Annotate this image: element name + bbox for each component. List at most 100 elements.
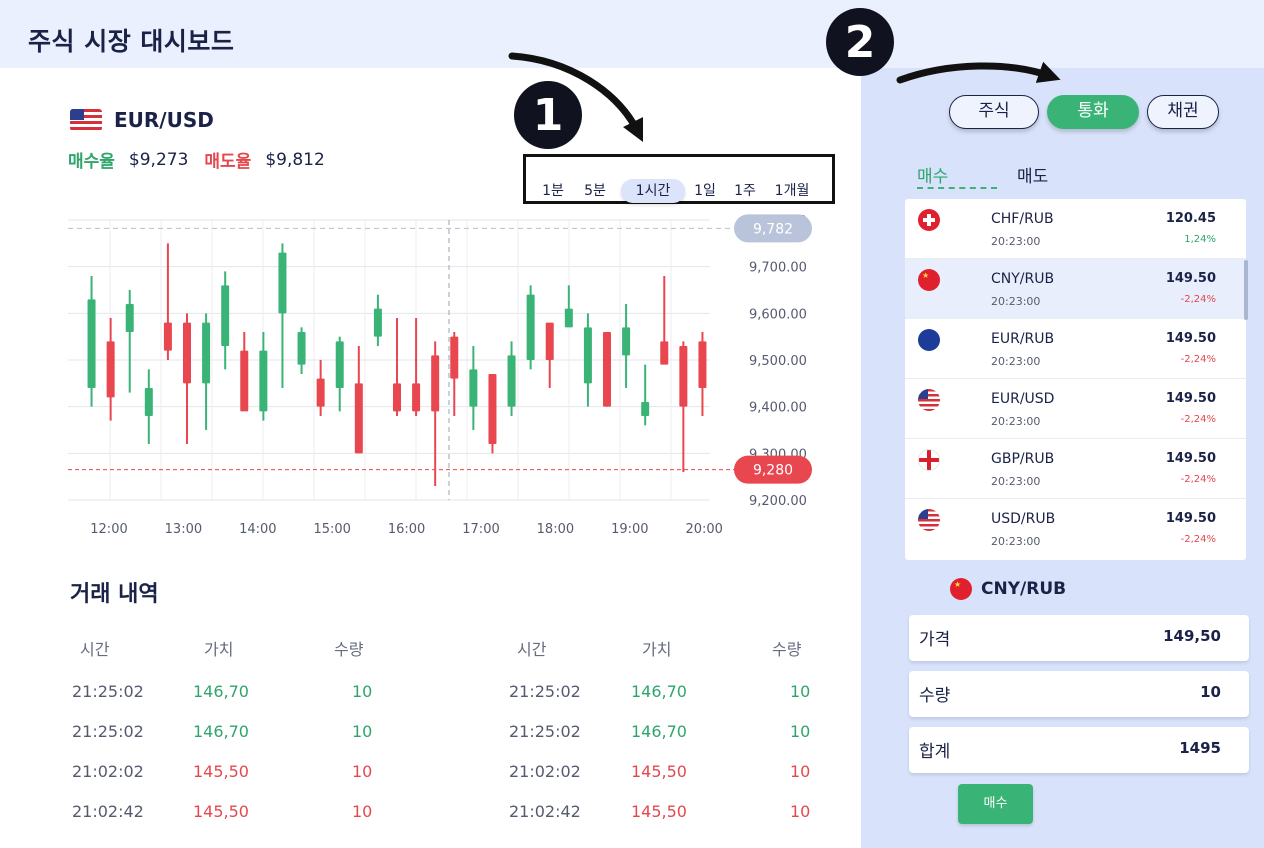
trade-qty: 10 — [352, 762, 373, 781]
x-tick-label: 19:00 — [611, 522, 648, 537]
tab-buy[interactable]: 매수 — [917, 162, 948, 187]
candle-body — [431, 355, 440, 412]
x-tick-label: 17:00 — [462, 522, 499, 537]
market-time: 20:23:00 — [991, 355, 1041, 368]
trade-value: 146,70 — [193, 682, 249, 701]
market-price: 149.50 — [1165, 391, 1216, 406]
tab-buy-underline — [917, 187, 997, 189]
pair-name: EUR/USD — [114, 108, 214, 132]
market-change: 1,24% — [1184, 234, 1216, 245]
sell-rate-value: $9,812 — [265, 149, 325, 170]
market-pair: EUR/USD — [991, 391, 1055, 407]
col-header-qty: 수량 — [334, 640, 364, 659]
lower-price-tag: 9,280 — [753, 463, 793, 479]
buy-button[interactable]: 매수 — [958, 784, 1033, 824]
market-row-usd-rub[interactable]: USD/RUB 20:23:00 149.50 -2,24% — [905, 499, 1246, 559]
trade-value: 145,50 — [193, 802, 249, 821]
candle-body — [335, 341, 344, 388]
market-row-eur-usd[interactable]: EUR/USD 20:23:00 149.50 -2,24% — [905, 379, 1246, 439]
candle-body — [603, 332, 611, 407]
buy-rate-value: $9,273 — [128, 149, 189, 170]
x-tick-label: 13:00 — [165, 522, 202, 537]
col-header-value: 가치 — [204, 640, 234, 659]
col-header-qty: 수량 — [772, 640, 802, 659]
market-row-eur-rub[interactable]: EUR/RUB 20:23:00 149.50 -2,24% — [905, 319, 1246, 379]
candle-body — [488, 374, 497, 444]
candle-body — [354, 383, 363, 454]
market-pair: USD/RUB — [991, 511, 1056, 527]
candle-body — [412, 383, 421, 412]
timeframe-selector: 1분 5분 1시간 1일 1주 1개월 — [523, 154, 835, 204]
sell-rate-label: 매도율 — [204, 152, 252, 172]
category-bonds-button[interactable]: 채권 — [1147, 95, 1219, 129]
trade-history-title: 거래 내역 — [70, 582, 159, 607]
trade-value: 146,70 — [631, 722, 687, 741]
china-flag-icon — [918, 269, 940, 291]
col-header-value: 가치 — [642, 640, 672, 659]
price-field[interactable]: 가격 149,50 — [909, 615, 1249, 661]
market-row-gbp-rub[interactable]: GBP/RUB 20:23:00 149.50 -2,24% — [905, 439, 1246, 499]
x-tick-label: 15:00 — [313, 522, 350, 537]
order-pair-header: CNY/RUB — [950, 578, 1066, 600]
pair-rates: 매수율 $9,273 매도율 $9,812 — [68, 147, 325, 173]
market-row-chf-rub[interactable]: CHF/RUB 20:23:00 120.45 1,24% — [905, 199, 1246, 259]
candle-body — [622, 327, 631, 356]
market-time: 20:23:00 — [991, 415, 1041, 428]
market-change: -2,24% — [1180, 294, 1216, 305]
trade-qty: 10 — [790, 762, 811, 781]
market-price: 149.50 — [1165, 271, 1216, 286]
england-flag-icon — [918, 449, 940, 471]
timeframe-1day[interactable]: 1일 — [693, 179, 717, 203]
quantity-value: 10 — [1200, 683, 1221, 701]
y-tick-label: 9,400.00 — [749, 401, 807, 416]
y-tick-label: 9,700.00 — [749, 261, 807, 276]
candle-body — [450, 336, 459, 379]
quantity-label: 수량 — [919, 686, 951, 706]
annotation-badge-2: 2 — [826, 8, 894, 76]
market-price: 149.50 — [1165, 331, 1216, 346]
total-field: 합계 1495 — [909, 727, 1249, 773]
market-list-scrollbar[interactable] — [1244, 260, 1248, 320]
market-price: 149.50 — [1165, 451, 1216, 466]
total-label: 합계 — [919, 742, 951, 762]
timeframe-1week[interactable]: 1주 — [733, 179, 757, 203]
y-tick-label: 9,500.00 — [749, 354, 807, 369]
buy-rate-label: 매수율 — [68, 152, 115, 172]
trade-time: 21:02:02 — [509, 762, 581, 781]
candle-body — [393, 383, 401, 412]
trade-qty: 10 — [790, 722, 811, 741]
candle-body — [583, 327, 592, 384]
market-change: -2,24% — [1180, 414, 1216, 425]
quantity-field[interactable]: 수량 10 — [909, 671, 1249, 717]
market-pair: CHF/RUB — [991, 211, 1054, 227]
timeframe-5min[interactable]: 5분 — [581, 179, 609, 203]
candle-body — [545, 322, 554, 360]
tab-sell[interactable]: 매도 — [1017, 162, 1048, 187]
trade-qty: 10 — [352, 802, 373, 821]
timeframe-1month[interactable]: 1개월 — [772, 179, 812, 203]
candlestick-chart[interactable]: 9,800.009,700.009,600.009,500.009,400.00… — [60, 210, 820, 550]
candle-body — [679, 346, 688, 407]
market-change: -2,24% — [1180, 474, 1216, 485]
market-row-cny-rub[interactable]: CNY/RUB 20:23:00 149.50 -2,24% — [905, 259, 1246, 319]
trade-qty: 10 — [790, 802, 811, 821]
market-pair: CNY/RUB — [991, 271, 1055, 287]
x-tick-label: 18:00 — [537, 522, 574, 537]
category-currency-button[interactable]: 통화 — [1047, 95, 1139, 129]
price-label: 가격 — [919, 630, 951, 650]
trade-value: 145,50 — [193, 762, 249, 781]
trade-qty: 10 — [352, 722, 373, 741]
candle-body — [526, 294, 535, 360]
market-price: 149.50 — [1165, 511, 1216, 526]
market-change: -2,24% — [1180, 354, 1216, 365]
us-flag-icon — [918, 509, 940, 531]
timeframe-1hour[interactable]: 1시간 — [621, 179, 685, 203]
x-tick-label: 12:00 — [90, 522, 127, 537]
total-value: 1495 — [1179, 739, 1221, 757]
category-stocks-button[interactable]: 주식 — [949, 95, 1039, 129]
col-header-time: 시간 — [517, 640, 547, 659]
candle-body — [507, 355, 516, 407]
market-time: 20:23:00 — [991, 235, 1041, 248]
timeframe-1min[interactable]: 1분 — [540, 179, 566, 203]
col-header-time: 시간 — [80, 640, 110, 659]
